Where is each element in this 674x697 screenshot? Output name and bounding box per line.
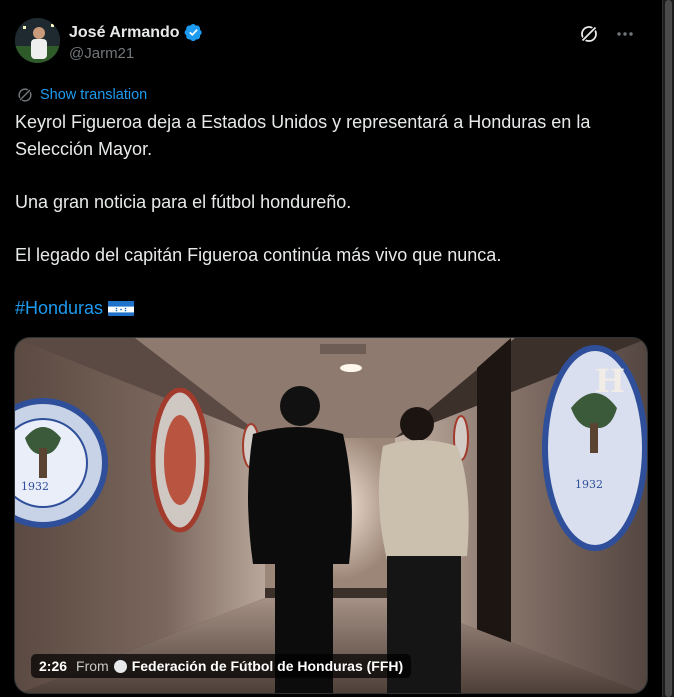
channel-watermark: H — [594, 362, 625, 400]
author-handle[interactable]: @Jarm21 — [69, 45, 203, 62]
tweet-paragraph: Una gran noticia para el fútbol hondureñ… — [15, 192, 352, 212]
author-display-name[interactable]: José Armando — [69, 24, 180, 42]
scrollbar[interactable] — [663, 0, 674, 697]
translate-icon — [17, 87, 33, 103]
tweet-hashtag-line: #Honduras — [15, 295, 645, 322]
svg-text:1932: 1932 — [575, 478, 603, 491]
avatar[interactable] — [15, 18, 60, 63]
from-label: From — [76, 658, 109, 674]
author-names: José Armando @Jarm21 — [69, 23, 203, 62]
avatar-image — [15, 18, 60, 63]
video-source-badge[interactable]: 2:26 From Federación de Fútbol de Hondur… — [31, 654, 412, 678]
tweet-header: José Armando @Jarm21 — [15, 18, 636, 68]
more-icon[interactable] — [614, 23, 636, 45]
scrollbar-thumb[interactable] — [665, 0, 672, 697]
show-translation-link[interactable]: Show translation — [40, 87, 147, 103]
verified-badge-icon[interactable] — [184, 23, 203, 42]
tweet-paragraph: El legado del capitán Figueroa continúa … — [15, 245, 502, 265]
source-logo-icon — [113, 659, 127, 673]
header-actions — [578, 23, 636, 45]
hashtag-link[interactable]: #Honduras — [15, 298, 103, 318]
flag-honduras-icon — [108, 299, 135, 316]
grok-icon[interactable] — [578, 23, 600, 45]
translate-row: Show translation — [16, 86, 147, 104]
video-thumbnail: 1932 1932 — [15, 338, 647, 693]
video-player[interactable]: 1932 1932 H 2:26 From Federación de Fútb… — [14, 337, 648, 694]
svg-text:1932: 1932 — [21, 480, 49, 493]
tweet-paragraph: Keyrol Figueroa deja a Estados Unidos y … — [15, 112, 591, 159]
video-duration: 2:26 — [39, 658, 68, 674]
source-name[interactable]: Federación de Fútbol de Honduras (FFH) — [132, 658, 403, 674]
tweet-text: Keyrol Figueroa deja a Estados Unidos y … — [15, 109, 645, 322]
tweet-card: José Armando @Jarm21 Show translation Ke… — [0, 0, 663, 697]
